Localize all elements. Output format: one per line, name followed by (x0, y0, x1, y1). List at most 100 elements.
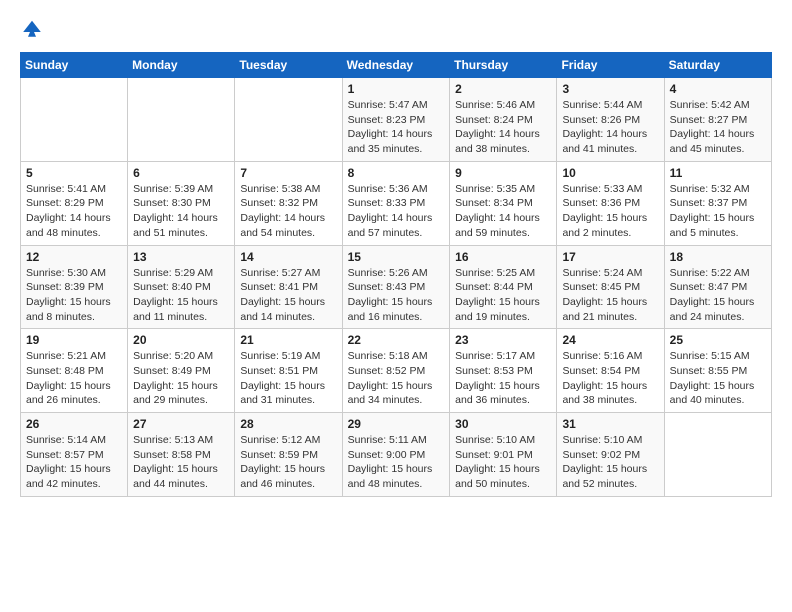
day-number: 3 (562, 82, 658, 96)
day-info: Sunrise: 5:18 AM Sunset: 8:52 PM Dayligh… (348, 349, 445, 408)
calendar-cell: 19 Sunrise: 5:21 AM Sunset: 8:48 PM Dayli… (21, 329, 128, 413)
calendar-cell: 31Sunrise: 5:10 AM Sunset: 9:02 PM Dayli… (557, 413, 664, 497)
day-number: 17 (562, 250, 658, 264)
calendar-cell (664, 413, 771, 497)
day-number: 14 (240, 250, 336, 264)
day-number: 18 (670, 250, 766, 264)
day-info: Sunrise: 5:13 AM Sunset: 8:58 PM Dayligh… (133, 433, 229, 492)
calendar-cell: 7 Sunrise: 5:38 AM Sunset: 8:32 PM Daylig… (235, 161, 342, 245)
day-info: Sunrise: 5:16 AM Sunset: 8:54 PM Dayligh… (562, 349, 658, 408)
calendar-cell: 9 Sunrise: 5:35 AM Sunset: 8:34 PM Daylig… (450, 161, 557, 245)
day-info: Sunrise: 5:44 AM Sunset: 8:26 PM Dayligh… (562, 98, 658, 157)
day-number: 10 (562, 166, 658, 180)
calendar-cell: 16 Sunrise: 5:25 AM Sunset: 8:44 PM Dayli… (450, 245, 557, 329)
day-info: Sunrise: 5:15 AM Sunset: 8:55 PM Dayligh… (670, 349, 766, 408)
day-info: Sunrise: 5:22 AM Sunset: 8:47 PM Dayligh… (670, 266, 766, 325)
calendar-cell (128, 78, 235, 162)
day-info: Sunrise: 5:17 AM Sunset: 8:53 PM Dayligh… (455, 349, 551, 408)
day-info: Sunrise: 5:24 AM Sunset: 8:45 PM Dayligh… (562, 266, 658, 325)
calendar-cell: 13 Sunrise: 5:29 AM Sunset: 8:40 PM Dayli… (128, 245, 235, 329)
day-info: Sunrise: 5:29 AM Sunset: 8:40 PM Dayligh… (133, 266, 229, 325)
calendar-cell: 4 Sunrise: 5:42 AM Sunset: 8:27 PM Daylig… (664, 78, 771, 162)
weekday-header-monday: Monday (128, 53, 235, 78)
weekday-header-tuesday: Tuesday (235, 53, 342, 78)
weekday-header-friday: Friday (557, 53, 664, 78)
day-info: Sunrise: 5:36 AM Sunset: 8:33 PM Dayligh… (348, 182, 445, 241)
calendar-cell: 22 Sunrise: 5:18 AM Sunset: 8:52 PM Dayli… (342, 329, 450, 413)
day-number: 9 (455, 166, 551, 180)
day-info: Sunrise: 5:32 AM Sunset: 8:37 PM Dayligh… (670, 182, 766, 241)
calendar-cell: 1 Sunrise: 5:47 AM Sunset: 8:23 PM Daylig… (342, 78, 450, 162)
day-info: Sunrise: 5:35 AM Sunset: 8:34 PM Dayligh… (455, 182, 551, 241)
calendar-cell: 23 Sunrise: 5:17 AM Sunset: 8:53 PM Dayli… (450, 329, 557, 413)
calendar-cell: 18 Sunrise: 5:22 AM Sunset: 8:47 PM Dayli… (664, 245, 771, 329)
day-info: Sunrise: 5:47 AM Sunset: 8:23 PM Dayligh… (348, 98, 445, 157)
logo-icon (20, 16, 44, 40)
day-number: 4 (670, 82, 766, 96)
day-number: 8 (348, 166, 445, 180)
page-header (20, 16, 772, 40)
day-number: 5 (26, 166, 122, 180)
day-number: 23 (455, 333, 551, 347)
day-info: Sunrise: 5:19 AM Sunset: 8:51 PM Dayligh… (240, 349, 336, 408)
calendar-cell: 14 Sunrise: 5:27 AM Sunset: 8:41 PM Dayli… (235, 245, 342, 329)
day-info: Sunrise: 5:25 AM Sunset: 8:44 PM Dayligh… (455, 266, 551, 325)
day-info: Sunrise: 5:12 AM Sunset: 8:59 PM Dayligh… (240, 433, 336, 492)
calendar-cell: 25 Sunrise: 5:15 AM Sunset: 8:55 PM Dayli… (664, 329, 771, 413)
calendar-cell: 21Sunrise: 5:19 AM Sunset: 8:51 PM Dayli… (235, 329, 342, 413)
day-info: Sunrise: 5:10 AM Sunset: 9:01 PM Dayligh… (455, 433, 551, 492)
day-info: Sunrise: 5:20 AM Sunset: 8:49 PM Dayligh… (133, 349, 229, 408)
calendar-cell: 6 Sunrise: 5:39 AM Sunset: 8:30 PM Daylig… (128, 161, 235, 245)
day-number: 28 (240, 417, 336, 431)
day-number: 19 (26, 333, 122, 347)
calendar-cell: 28 Sunrise: 5:12 AM Sunset: 8:59 PM Dayli… (235, 413, 342, 497)
weekday-header-wednesday: Wednesday (342, 53, 450, 78)
calendar-cell (21, 78, 128, 162)
day-number: 26 (26, 417, 122, 431)
calendar-cell: 12Sunrise: 5:30 AM Sunset: 8:39 PM Dayli… (21, 245, 128, 329)
day-info: Sunrise: 5:42 AM Sunset: 8:27 PM Dayligh… (670, 98, 766, 157)
calendar-week-row: 1 Sunrise: 5:47 AM Sunset: 8:23 PM Daylig… (21, 78, 772, 162)
weekday-header-thursday: Thursday (450, 53, 557, 78)
day-info: Sunrise: 5:26 AM Sunset: 8:43 PM Dayligh… (348, 266, 445, 325)
calendar-cell: 5Sunrise: 5:41 AM Sunset: 8:29 PM Daylig… (21, 161, 128, 245)
day-number: 16 (455, 250, 551, 264)
weekday-header-saturday: Saturday (664, 53, 771, 78)
day-number: 13 (133, 250, 229, 264)
calendar-cell: 11 Sunrise: 5:32 AM Sunset: 8:37 PM Dayli… (664, 161, 771, 245)
day-info: Sunrise: 5:38 AM Sunset: 8:32 PM Dayligh… (240, 182, 336, 241)
calendar-cell: 27 Sunrise: 5:13 AM Sunset: 8:58 PM Dayli… (128, 413, 235, 497)
day-number: 7 (240, 166, 336, 180)
calendar-cell (235, 78, 342, 162)
day-number: 24 (562, 333, 658, 347)
day-number: 27 (133, 417, 229, 431)
calendar-cell: 10 Sunrise: 5:33 AM Sunset: 8:36 PM Dayli… (557, 161, 664, 245)
calendar-week-row: 5Sunrise: 5:41 AM Sunset: 8:29 PM Daylig… (21, 161, 772, 245)
day-number: 6 (133, 166, 229, 180)
calendar-cell: 8 Sunrise: 5:36 AM Sunset: 8:33 PM Daylig… (342, 161, 450, 245)
day-number: 12 (26, 250, 122, 264)
day-number: 11 (670, 166, 766, 180)
day-number: 31 (562, 417, 658, 431)
calendar-week-row: 12Sunrise: 5:30 AM Sunset: 8:39 PM Dayli… (21, 245, 772, 329)
calendar-cell: 30Sunrise: 5:10 AM Sunset: 9:01 PM Dayli… (450, 413, 557, 497)
day-number: 2 (455, 82, 551, 96)
weekday-header-row: SundayMondayTuesdayWednesdayThursdayFrid… (21, 53, 772, 78)
day-info: Sunrise: 5:39 AM Sunset: 8:30 PM Dayligh… (133, 182, 229, 241)
calendar-cell: 24 Sunrise: 5:16 AM Sunset: 8:54 PM Dayli… (557, 329, 664, 413)
calendar-week-row: 26Sunrise: 5:14 AM Sunset: 8:57 PM Dayli… (21, 413, 772, 497)
logo (20, 16, 48, 40)
calendar-table: SundayMondayTuesdayWednesdayThursdayFrid… (20, 52, 772, 497)
day-number: 22 (348, 333, 445, 347)
day-info: Sunrise: 5:11 AM Sunset: 9:00 PM Dayligh… (348, 433, 445, 492)
day-number: 1 (348, 82, 445, 96)
day-number: 29 (348, 417, 445, 431)
day-number: 25 (670, 333, 766, 347)
day-info: Sunrise: 5:33 AM Sunset: 8:36 PM Dayligh… (562, 182, 658, 241)
calendar-week-row: 19 Sunrise: 5:21 AM Sunset: 8:48 PM Dayli… (21, 329, 772, 413)
weekday-header-sunday: Sunday (21, 53, 128, 78)
day-info: Sunrise: 5:21 AM Sunset: 8:48 PM Dayligh… (26, 349, 122, 408)
day-number: 20 (133, 333, 229, 347)
calendar-cell: 2Sunrise: 5:46 AM Sunset: 8:24 PM Daylig… (450, 78, 557, 162)
day-info: Sunrise: 5:27 AM Sunset: 8:41 PM Dayligh… (240, 266, 336, 325)
